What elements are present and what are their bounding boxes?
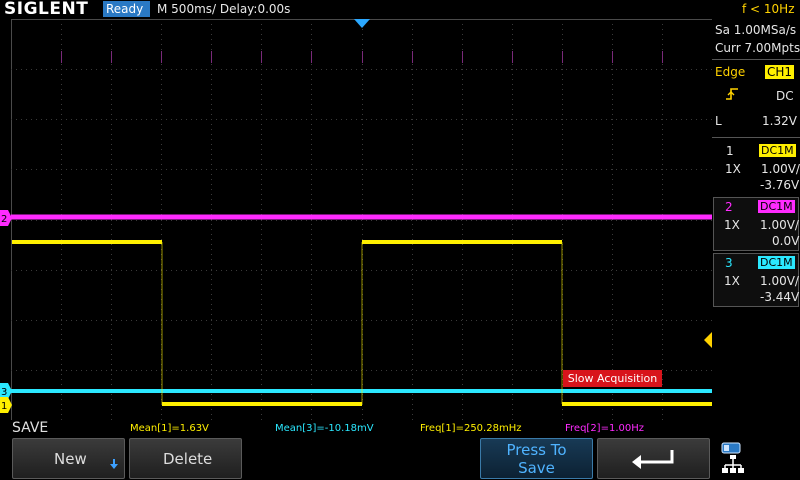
press-to-save-button[interactable]: Press To Save <box>480 438 593 479</box>
ch2-coupling-badge: DC1M <box>758 200 795 213</box>
return-arrow-icon <box>632 450 674 469</box>
back-button[interactable] <box>597 438 710 479</box>
measurement-freq-ch2: Freq[2]=1.00Hz <box>565 423 644 434</box>
run-status-badge: Ready <box>103 1 150 17</box>
press-to-save-line1: Press To <box>506 441 567 459</box>
brand-logo: SIGLENT <box>4 0 89 19</box>
divider <box>712 137 800 138</box>
ch2-probe: 1X <box>724 218 740 232</box>
ch3-offset: -3.44V <box>760 290 800 304</box>
trigger-level-label: L <box>715 114 722 128</box>
measurement-mean-ch1: Mean[1]=1.63V <box>130 423 209 434</box>
slow-acquisition-warning: Slow Acquisition <box>563 370 662 387</box>
waveform-display[interactable] <box>11 19 712 420</box>
usb-network-icon <box>721 442 744 473</box>
ch2-scale: 1.00V/ <box>760 218 799 232</box>
info-panel: Sa 1.00MSa/s Curr 7.00Mpts Edge CH1 DC L… <box>712 19 800 420</box>
ch2-offset-marker[interactable]: 2 <box>0 210 12 226</box>
timebase-readout: M 500ms/ Delay:0.00s <box>157 2 291 16</box>
ch3-scale: 1.00V/ <box>760 274 799 288</box>
ch3-probe: 1X <box>724 274 740 288</box>
ch1-coupling-badge: DC1M <box>759 144 796 157</box>
trigger-level: 1.32V <box>762 114 797 128</box>
ch1-offset-marker[interactable]: 1 <box>0 397 12 413</box>
measurement-mean-ch3: Mean[3]=-10.18mV <box>275 423 374 434</box>
svg-text:2: 2 <box>1 214 7 225</box>
ch3-number: 3 <box>725 256 733 270</box>
delete-button[interactable]: Delete <box>129 438 242 479</box>
down-arrow-icon <box>110 459 118 469</box>
ch1-scale: 1.00V/ <box>761 162 800 176</box>
trigger-type: Edge <box>715 65 746 79</box>
press-to-save-line2: Save <box>518 459 555 477</box>
menu-title: SAVE <box>12 420 49 436</box>
trigger-source-badge: CH1 <box>765 65 795 79</box>
delete-button-label: Delete <box>163 450 213 468</box>
ch1-info[interactable]: 1 DC1M 1X 1.00V/ -3.76V <box>713 141 800 193</box>
top-status-bar: SIGLENT Ready M 500ms/ Delay:0.00s f < 1… <box>0 0 800 19</box>
ch1-offset: -3.76V <box>760 178 800 192</box>
new-button[interactable]: New <box>12 438 125 479</box>
memory-depth: Curr 7.00Mpts <box>715 41 800 55</box>
measurement-freq-ch1: Freq[1]=250.28mHz <box>420 423 522 434</box>
frequency-counter: f < 10Hz <box>742 2 795 16</box>
ch3-info[interactable]: 3 DC1M 1X 1.00V/ -3.44V <box>713 253 799 307</box>
ch1-number: 1 <box>726 144 734 158</box>
rising-edge-icon <box>726 88 738 100</box>
trigger-section[interactable]: Edge CH1 DC L 1.32V <box>712 60 800 135</box>
ch2-offset: 0.0V <box>772 234 800 248</box>
sample-rate: Sa 1.00MSa/s <box>715 23 797 37</box>
svg-text:1: 1 <box>1 401 7 412</box>
trigger-coupling: DC <box>776 89 794 103</box>
ch3-coupling-badge: DC1M <box>758 256 795 269</box>
ch1-probe: 1X <box>725 162 741 176</box>
new-button-label: New <box>54 450 87 468</box>
ch2-info[interactable]: 2 DC1M 1X 1.00V/ 0.0V <box>713 197 799 251</box>
ch2-number: 2 <box>725 200 733 214</box>
